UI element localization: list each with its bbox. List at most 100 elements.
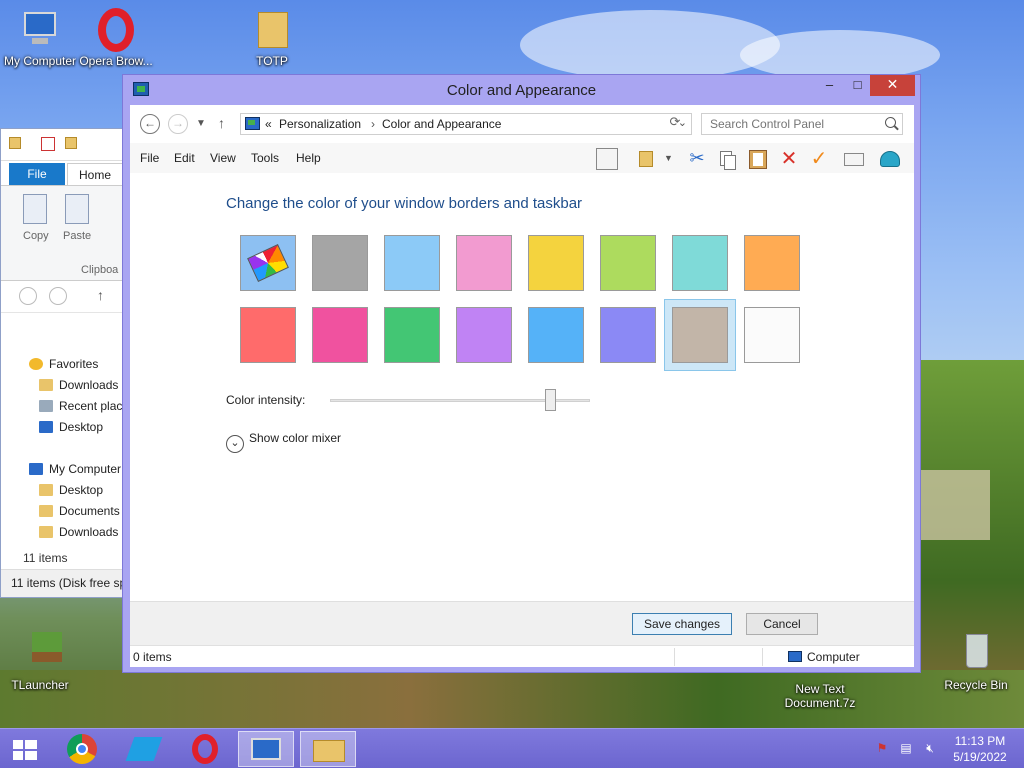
title-bar[interactable]: Color and Appearance – □ ✕ — [123, 75, 920, 105]
copy-icon[interactable] — [716, 148, 738, 170]
recent-pages-chevron-icon[interactable]: ▼ — [196, 118, 206, 129]
back-button[interactable]: ← — [140, 114, 160, 134]
save-changes-button[interactable]: Save changes — [632, 613, 732, 635]
checkmark-icon[interactable]: ✓ — [808, 148, 830, 170]
menu-bar: File Edit View Tools Help ▼ ✂ ✕ ✓ — [130, 143, 914, 173]
delete-icon[interactable]: ✕ — [778, 148, 800, 170]
tree-item-documents[interactable]: Documents — [39, 504, 120, 518]
desktop-icon-totp[interactable]: TOTP — [232, 8, 312, 68]
back-icon[interactable] — [19, 287, 37, 305]
folder-icon — [313, 740, 345, 762]
action-center-flag-icon[interactable]: ⚑ — [874, 741, 890, 757]
new-folder-icon[interactable] — [65, 137, 77, 149]
control-panel-icon — [245, 117, 260, 130]
color-swatch[interactable] — [312, 235, 368, 291]
tab-file[interactable]: File — [9, 163, 65, 185]
item-count: 11 items — [23, 551, 68, 565]
color-swatch[interactable] — [744, 307, 800, 363]
start-button[interactable] — [0, 731, 50, 767]
desktop-icon-tlauncher[interactable]: TLauncher — [0, 632, 80, 692]
copy-icon[interactable] — [23, 194, 47, 224]
tree-item-my-computer[interactable]: My Computer — [29, 462, 121, 476]
color-swatch[interactable] — [528, 235, 584, 291]
properties-icon[interactable] — [842, 148, 864, 170]
color-swatch[interactable] — [384, 307, 440, 363]
windows-logo-icon — [25, 751, 37, 760]
tree-item-desktop[interactable]: Desktop — [39, 420, 103, 434]
shell-icon[interactable] — [878, 148, 900, 170]
cut-icon[interactable]: ✂ — [686, 148, 708, 170]
forward-icon[interactable] — [49, 287, 67, 305]
breadcrumb-personalization[interactable]: Personalization — [279, 117, 361, 131]
tab-home[interactable]: Home — [67, 163, 123, 185]
breadcrumb-overflow[interactable]: « — [265, 117, 272, 131]
tree-item-favorites[interactable]: Favorites — [29, 357, 98, 371]
color-swatch[interactable] — [456, 307, 512, 363]
tree-item-downloads[interactable]: Downloads — [39, 378, 118, 392]
desktop-icon-opera[interactable]: Opera Brow... — [76, 8, 156, 68]
address-bar[interactable]: « Personalization › Color and Appearance… — [240, 113, 692, 135]
paste-icon[interactable] — [65, 194, 89, 224]
recent-places-icon — [39, 400, 53, 412]
file-explorer-window: File Home Copy Paste Clipboa ↑ Favorites… — [0, 128, 124, 598]
refresh-button[interactable]: ⟳ — [664, 114, 686, 134]
color-intensity-slider-thumb[interactable] — [545, 389, 556, 411]
show-color-mixer-toggle[interactable]: ⌄ Show color mixer — [226, 431, 341, 453]
taskbar-clock[interactable]: 11:13 PM 5/19/2022 — [942, 733, 1018, 765]
tree-item-desktop[interactable]: Desktop — [39, 483, 103, 497]
color-swatch[interactable] — [456, 235, 512, 291]
computer-icon — [18, 8, 62, 52]
color-swatch[interactable] — [240, 307, 296, 363]
color-swatch[interactable] — [312, 307, 368, 363]
up-button[interactable]: ↑ — [218, 115, 225, 131]
color-swatch[interactable] — [600, 307, 656, 363]
minimize-button[interactable]: – — [816, 75, 843, 96]
color-swatch[interactable] — [384, 235, 440, 291]
network-icon[interactable]: ▤ — [898, 741, 914, 757]
desktop-icon-label: TLauncher — [11, 678, 69, 692]
tlauncher-icon — [18, 632, 62, 676]
cancel-button[interactable]: Cancel — [746, 613, 818, 635]
taskbar-chrome[interactable] — [54, 731, 110, 767]
taskbar-file-explorer[interactable] — [300, 731, 356, 767]
desktop-icon-new-text-document[interactable]: New Text Document.7z — [778, 682, 862, 710]
search-box[interactable] — [701, 113, 903, 135]
up-icon[interactable]: ↑ — [97, 287, 104, 303]
windows-logo-icon — [13, 751, 23, 760]
maximize-button[interactable]: □ — [844, 75, 871, 96]
breadcrumb-color-and-appearance[interactable]: Color and Appearance — [382, 117, 501, 131]
properties-icon[interactable] — [41, 137, 55, 151]
desktop-icon-my-computer[interactable]: My Computer — [0, 8, 80, 68]
layout-icon[interactable] — [596, 148, 618, 170]
menu-edit[interactable]: Edit — [174, 151, 195, 165]
menu-help[interactable]: Help — [296, 151, 321, 165]
color-swatch[interactable] — [528, 307, 584, 363]
color-swatch-automatic[interactable] — [240, 235, 296, 291]
color-swatch[interactable] — [600, 235, 656, 291]
color-swatch[interactable] — [672, 235, 728, 291]
status-divider — [762, 648, 763, 666]
tree-label: My Computer — [49, 462, 122, 476]
page-title: Change the color of your window borders … — [226, 195, 583, 212]
folder-options-chevron-icon[interactable]: ▼ — [664, 153, 676, 175]
menu-view[interactable]: View — [210, 151, 236, 165]
search-input[interactable] — [702, 114, 878, 134]
tree-label: Favorites — [49, 357, 99, 371]
taskbar-control-panel[interactable] — [238, 731, 294, 767]
taskbar-opera[interactable] — [178, 731, 234, 767]
forward-button[interactable]: → — [168, 114, 188, 134]
menu-tools[interactable]: Tools — [251, 151, 279, 165]
close-button[interactable]: ✕ — [870, 75, 915, 96]
desktop-icon-recycle-bin[interactable]: Recycle Bin — [936, 632, 1016, 692]
volume-muted-icon[interactable]: 🔇︎ — [922, 741, 938, 757]
color-swatch[interactable] — [672, 307, 728, 363]
paste-label: Paste — [63, 230, 92, 242]
tree-item-downloads[interactable]: Downloads — [39, 525, 118, 539]
paste-icon[interactable] — [746, 148, 768, 170]
menu-file[interactable]: File — [140, 151, 159, 165]
search-icon[interactable] — [885, 117, 896, 128]
color-swatch[interactable] — [744, 235, 800, 291]
folder-options-icon[interactable] — [636, 148, 658, 170]
taskbar-app[interactable] — [116, 731, 172, 767]
tree-item-recent-places[interactable]: Recent plac — [39, 399, 122, 413]
